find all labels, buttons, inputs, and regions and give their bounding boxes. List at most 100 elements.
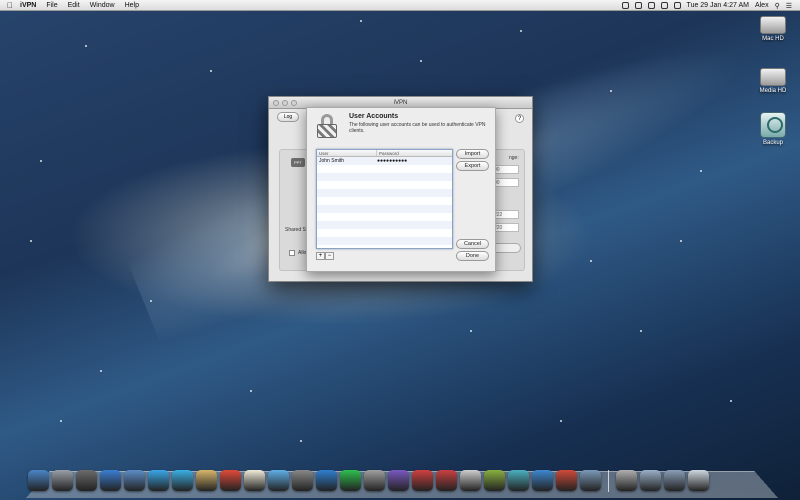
volume-icon[interactable] — [660, 2, 668, 9]
cell-user: John Smith — [319, 158, 345, 164]
desktop-icon-media-hd[interactable]: Media HD — [748, 68, 798, 94]
star — [700, 170, 702, 172]
menu-file[interactable]: File — [46, 2, 57, 9]
menu-app-name[interactable]: iVPN — [20, 2, 36, 9]
tab-pptp[interactable]: PPT — [291, 158, 305, 167]
star — [520, 30, 522, 32]
dock-app-icon[interactable] — [460, 470, 481, 491]
cell-user — [317, 165, 377, 173]
dock-app-icon[interactable] — [100, 470, 121, 491]
user-accounts-table[interactable]: User Password John Smith ●●●●●●●●●● — [316, 149, 453, 249]
table-header: User Password — [317, 150, 452, 157]
apple-menu-icon[interactable]:  — [0, 1, 20, 10]
dock-app-icon[interactable] — [364, 470, 385, 491]
star — [590, 260, 592, 262]
sheet-title: User Accounts — [349, 113, 399, 120]
table-row[interactable] — [317, 189, 452, 197]
dock-app-icon[interactable] — [172, 470, 193, 491]
menu-clock[interactable]: Tue 29 Jan 4:27 AM — [687, 2, 749, 9]
dock-app-icon[interactable] — [532, 470, 553, 491]
desktop-icon-mac-hd[interactable]: Mac HD — [748, 16, 798, 42]
dock-app-icon[interactable] — [436, 470, 457, 491]
star — [300, 440, 302, 442]
star — [30, 240, 32, 242]
spotlight-icon[interactable]: ⚲ — [775, 2, 780, 10]
table-row[interactable] — [317, 213, 452, 221]
window-title: iVPN — [393, 100, 408, 106]
remove-user-button[interactable]: − — [325, 252, 334, 260]
dock-app-icon[interactable] — [316, 470, 337, 491]
table-body: John Smith ●●●●●●●●●● — [317, 157, 452, 245]
cell-user — [317, 237, 377, 245]
star — [730, 400, 732, 402]
dock-app-icon[interactable] — [556, 470, 577, 491]
menu-extras: Tue 29 Jan 4:27 AM Alex ⚲ ☰ — [621, 0, 792, 11]
allow-checkbox[interactable] — [289, 250, 295, 256]
table-row[interactable] — [317, 237, 452, 245]
star — [360, 20, 362, 22]
dock-app-icon[interactable] — [244, 470, 265, 491]
close-icon[interactable] — [273, 100, 279, 106]
battery-icon[interactable] — [673, 2, 681, 9]
dock-app-icon[interactable] — [664, 470, 685, 491]
table-row[interactable] — [317, 165, 452, 173]
bluetooth-icon[interactable] — [634, 2, 642, 9]
import-button[interactable]: Import — [456, 149, 489, 159]
dock-app-icon[interactable] — [580, 470, 601, 491]
dock-app-icon[interactable] — [196, 470, 217, 491]
vpn-status-icon[interactable] — [621, 2, 629, 9]
dock — [28, 470, 709, 492]
dock-app-icon[interactable] — [508, 470, 529, 491]
dock-app-icon[interactable] — [52, 470, 73, 491]
dock-app-icon[interactable] — [412, 470, 433, 491]
cell-user — [317, 229, 377, 237]
table-row[interactable] — [317, 205, 452, 213]
table-row[interactable] — [317, 197, 452, 205]
time-machine-icon — [760, 112, 786, 138]
lock-icon — [317, 114, 337, 138]
table-row[interactable] — [317, 221, 452, 229]
add-user-button[interactable]: + — [316, 252, 325, 260]
zoom-icon[interactable] — [291, 100, 297, 106]
dock-app-icon[interactable] — [484, 470, 505, 491]
star — [210, 70, 212, 72]
dock-app-icon[interactable] — [340, 470, 361, 491]
dock-app-icon[interactable] — [388, 470, 409, 491]
menu-window[interactable]: Window — [90, 2, 115, 9]
user-accounts-sheet: User Accounts The following user account… — [306, 107, 496, 272]
table-row[interactable] — [317, 229, 452, 237]
dock-app-icon[interactable] — [640, 470, 661, 491]
cancel-button[interactable]: Cancel — [456, 239, 489, 249]
dock-app-icon[interactable] — [76, 470, 97, 491]
table-row[interactable] — [317, 173, 452, 181]
star — [60, 420, 62, 422]
menu-help[interactable]: Help — [125, 2, 139, 9]
column-header-password[interactable]: Password — [377, 150, 399, 156]
table-row[interactable]: John Smith ●●●●●●●●●● — [317, 157, 452, 165]
star — [420, 60, 422, 62]
desktop-icon-backup[interactable]: Backup — [748, 112, 798, 146]
dock-app-icon[interactable] — [148, 470, 169, 491]
notification-center-icon[interactable]: ☰ — [786, 2, 792, 10]
dock-app-icon[interactable] — [220, 470, 241, 491]
dock-app-icon[interactable] — [28, 470, 49, 491]
minimize-icon[interactable] — [282, 100, 288, 106]
dock-app-icon[interactable] — [124, 470, 145, 491]
column-header-user[interactable]: User — [317, 150, 377, 156]
dock-app-icon[interactable] — [688, 470, 709, 491]
help-button[interactable]: ? — [515, 114, 524, 123]
log-button[interactable]: Log — [277, 112, 299, 122]
sheet-description: The following user accounts can be used … — [349, 122, 486, 134]
dock-app-icon[interactable] — [616, 470, 637, 491]
star — [250, 390, 252, 392]
dock-app-icon[interactable] — [292, 470, 313, 491]
export-button[interactable]: Export — [456, 161, 489, 171]
dock-app-icon[interactable] — [268, 470, 289, 491]
cell-password: ●●●●●●●●●● — [377, 158, 408, 164]
wifi-icon[interactable] — [647, 2, 655, 9]
menu-edit[interactable]: Edit — [68, 2, 80, 9]
done-button[interactable]: Done — [456, 251, 489, 261]
menu-user[interactable]: Alex — [755, 2, 769, 9]
table-row[interactable] — [317, 181, 452, 189]
window-controls — [273, 100, 297, 106]
